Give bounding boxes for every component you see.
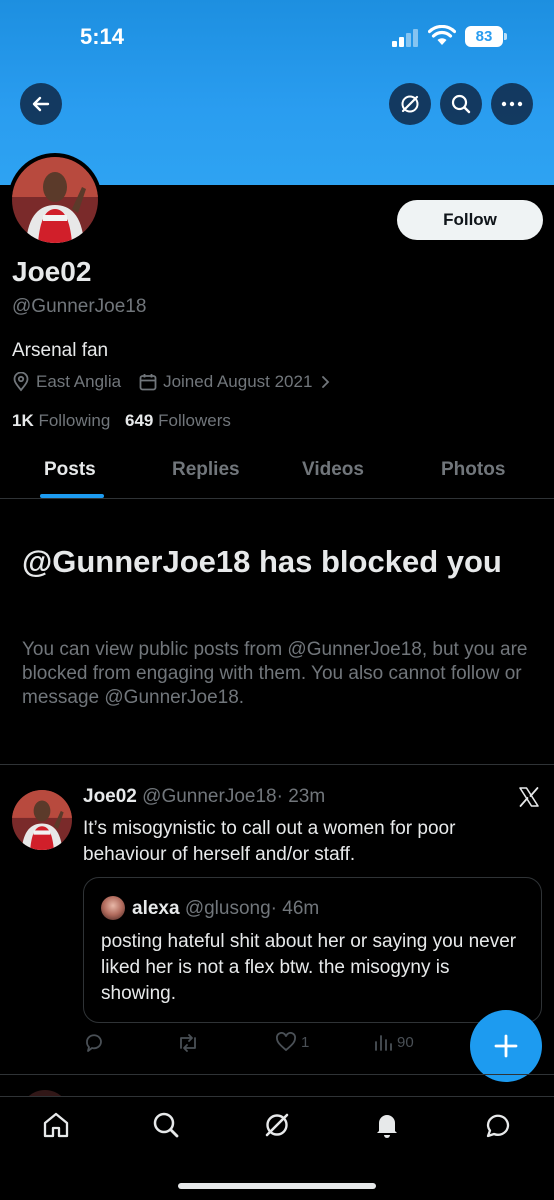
messages-icon[interactable] bbox=[482, 1109, 514, 1141]
tweet-time: · 23m bbox=[276, 786, 326, 807]
back-button[interactable] bbox=[20, 83, 62, 125]
more-dots-icon bbox=[501, 101, 523, 107]
reply-button[interactable] bbox=[83, 1032, 105, 1054]
quote-author-handle: @glusong bbox=[184, 898, 271, 919]
views-icon bbox=[375, 1035, 392, 1051]
profile-counts: 1K Following 649 Followers bbox=[12, 411, 231, 431]
profile-location: East Anglia bbox=[36, 372, 122, 391]
repost-icon bbox=[180, 1034, 196, 1052]
tab-videos[interactable]: Videos bbox=[302, 459, 364, 481]
compose-button[interactable] bbox=[470, 1010, 542, 1082]
chevron-right-icon[interactable] bbox=[318, 375, 332, 389]
x-logo-icon bbox=[518, 786, 540, 813]
notifications-icon[interactable] bbox=[371, 1109, 403, 1141]
tab-posts[interactable]: Posts bbox=[44, 459, 96, 481]
blocked-description: You can view public posts from @GunnerJo… bbox=[22, 639, 528, 708]
profile-tabs: Posts Replies Videos Photos bbox=[0, 445, 554, 499]
repost-button[interactable] bbox=[176, 1032, 200, 1054]
follow-button[interactable]: Follow bbox=[397, 200, 543, 240]
quote-text: posting hateful shit about her or saying… bbox=[101, 931, 517, 1004]
tab-replies[interactable]: Replies bbox=[172, 459, 240, 481]
battery-indicator: 83 bbox=[465, 26, 507, 47]
following-label: Following bbox=[38, 411, 111, 430]
followers-label: Followers bbox=[158, 411, 231, 430]
profile-name: Joe02 bbox=[12, 256, 92, 287]
tab-photos[interactable]: Photos bbox=[441, 459, 505, 481]
search-icon bbox=[451, 94, 471, 114]
profile-bio: Arsenal fan bbox=[12, 340, 109, 361]
profile-avatar[interactable] bbox=[8, 153, 102, 247]
quote-tweet[interactable]: alexa @glusong· 46m posting hateful shit… bbox=[83, 877, 542, 1023]
profile-meta: East Anglia Joined August 2021 bbox=[12, 372, 338, 392]
tweet-header: Joe02 @GunnerJoe18· 23m bbox=[83, 786, 325, 808]
tweet-author-name[interactable]: Joe02 bbox=[83, 786, 137, 807]
more-button[interactable] bbox=[491, 83, 533, 125]
tweet-avatar[interactable] bbox=[12, 790, 72, 850]
grok-icon bbox=[401, 95, 419, 113]
wifi-icon bbox=[427, 24, 457, 52]
search-button[interactable] bbox=[440, 83, 482, 125]
avatar-image bbox=[12, 790, 72, 850]
next-tweet-partial bbox=[0, 1076, 554, 1096]
home-indicator bbox=[178, 1183, 376, 1189]
blocked-title: @GunnerJoe18 has blocked you bbox=[22, 544, 502, 579]
heart-icon bbox=[276, 1032, 296, 1052]
status-bar: 5:14 83 bbox=[0, 0, 554, 70]
calendar-icon bbox=[139, 374, 157, 391]
quote-avatar bbox=[101, 896, 125, 920]
followers-link[interactable]: 649 Followers bbox=[125, 411, 231, 430]
followers-count: 649 bbox=[125, 411, 154, 430]
like-count: 1 bbox=[301, 1033, 310, 1051]
view-count: 90 bbox=[397, 1033, 414, 1051]
active-tab-indicator bbox=[40, 494, 104, 498]
profile-handle: @GunnerJoe18 bbox=[12, 296, 147, 317]
back-arrow-icon bbox=[32, 96, 50, 112]
tweet-text: It’s misogynistic to call out a women fo… bbox=[83, 818, 456, 865]
plus-icon bbox=[494, 1034, 518, 1058]
tweet-author-handle[interactable]: @GunnerJoe18 bbox=[142, 786, 276, 807]
reply-icon bbox=[86, 1034, 102, 1052]
avatar-image bbox=[12, 157, 98, 243]
location-pin-icon bbox=[13, 372, 29, 392]
divider bbox=[0, 1074, 554, 1075]
quote-author-name: alexa bbox=[132, 898, 180, 919]
views-button[interactable]: 90 bbox=[373, 1032, 414, 1052]
divider bbox=[0, 764, 554, 765]
signal-icon bbox=[392, 29, 420, 52]
grok-button[interactable] bbox=[389, 83, 431, 125]
search-icon[interactable] bbox=[150, 1109, 182, 1141]
quote-header: alexa @glusong· 46m bbox=[132, 898, 319, 920]
quote-time: · 46m bbox=[270, 898, 320, 919]
home-icon[interactable] bbox=[40, 1109, 72, 1141]
tweet-actions: 1 90 bbox=[83, 1032, 463, 1058]
following-link[interactable]: 1K Following bbox=[12, 411, 110, 430]
status-time: 5:14 bbox=[80, 24, 125, 49]
like-button[interactable]: 1 bbox=[275, 1032, 309, 1052]
grok-icon[interactable] bbox=[261, 1109, 293, 1141]
following-count: 1K bbox=[12, 411, 34, 430]
profile-joined: Joined August 2021 bbox=[163, 372, 313, 391]
